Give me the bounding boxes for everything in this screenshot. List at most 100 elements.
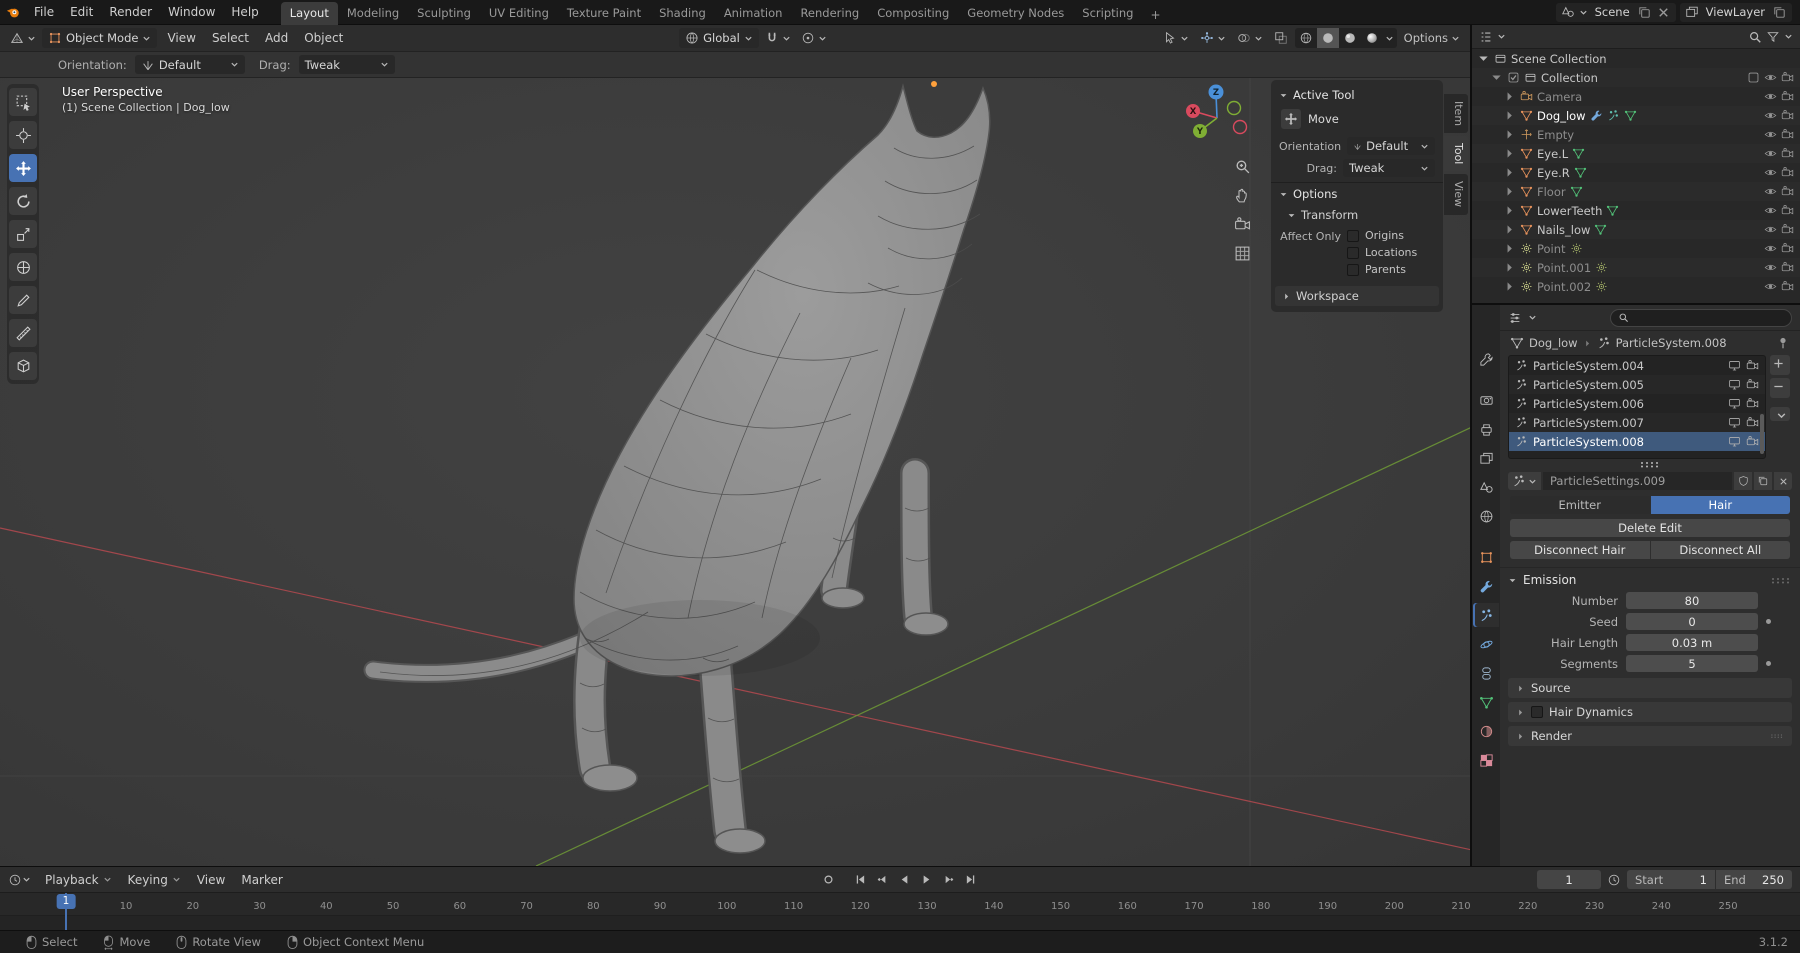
display-viewport-toggle-icon[interactable] xyxy=(1728,435,1741,448)
shading-dropdown-button[interactable] xyxy=(1383,28,1397,48)
outliner-row-point[interactable]: Point xyxy=(1472,239,1800,258)
sidebar-tab-tool[interactable]: Tool xyxy=(1444,136,1468,172)
animate-property-dot[interactable] xyxy=(1766,661,1771,666)
scale-tool-button[interactable] xyxy=(9,220,37,248)
options-dropdown[interactable]: Options xyxy=(1400,28,1464,48)
hide-viewport-eye-icon[interactable] xyxy=(1764,280,1777,293)
hide-viewport-eye-icon[interactable] xyxy=(1764,90,1777,103)
xray-toggle-button[interactable] xyxy=(1270,28,1292,48)
hide-viewport-eye-icon[interactable] xyxy=(1764,166,1777,179)
frame-end-field[interactable]: End 250 xyxy=(1716,870,1792,889)
outliner-row-point-001[interactable]: Point.001 xyxy=(1472,258,1800,277)
play-button[interactable] xyxy=(917,870,937,889)
properties-tab-object[interactable] xyxy=(1473,545,1499,569)
outliner-row-collection[interactable]: Collection xyxy=(1472,68,1800,87)
workspace-tab-geometry-nodes[interactable]: Geometry Nodes xyxy=(958,2,1073,25)
disclosure-arrow-icon[interactable] xyxy=(1503,261,1516,274)
outliner-row-point-002[interactable]: Point.002 xyxy=(1472,277,1800,296)
current-frame-field[interactable]: 1 xyxy=(1537,870,1601,889)
active-tool-panel-header[interactable]: Active Tool xyxy=(1271,84,1443,106)
properties-tab-texture[interactable] xyxy=(1473,748,1499,772)
navigation-gizmo[interactable]: Z X Y xyxy=(1180,80,1254,154)
disclosure-arrow-icon[interactable] xyxy=(1503,109,1516,122)
gizmo-minus-x[interactable] xyxy=(1232,119,1248,135)
hide-viewport-eye-icon[interactable] xyxy=(1764,261,1777,274)
hide-viewport-eye-icon[interactable] xyxy=(1764,242,1777,255)
delete-edit-button[interactable]: Delete Edit xyxy=(1510,519,1790,537)
editor-type-button[interactable] xyxy=(6,28,40,48)
timeline-menu-keying[interactable]: Keying xyxy=(120,868,189,892)
properties-tab-object-data[interactable] xyxy=(1473,690,1499,714)
auto-keying-button[interactable] xyxy=(819,870,839,889)
new-scene-icon[interactable] xyxy=(1637,5,1652,20)
disable-render-camera-icon[interactable] xyxy=(1781,109,1794,122)
jump-to-end-button[interactable] xyxy=(961,870,981,889)
disclosure-arrow-icon[interactable] xyxy=(1503,128,1516,141)
transform-panel-header[interactable]: Transform xyxy=(1271,205,1443,225)
collection-checkbox-icon[interactable] xyxy=(1507,71,1520,84)
list-scrollbar[interactable] xyxy=(1760,414,1764,454)
section-hair-dynamics[interactable]: Hair Dynamics xyxy=(1508,702,1792,722)
disable-render-camera-icon[interactable] xyxy=(1781,128,1794,141)
proportional-edit-button[interactable] xyxy=(797,28,831,48)
fake-user-shield-button[interactable] xyxy=(1734,472,1752,490)
disable-render-camera-icon[interactable] xyxy=(1781,147,1794,160)
transform-tool-button[interactable] xyxy=(9,253,37,281)
hide-viewport-eye-icon[interactable] xyxy=(1764,185,1777,198)
scene-selector[interactable]: Scene xyxy=(1555,2,1676,22)
display-render-toggle-icon[interactable] xyxy=(1746,397,1759,410)
hair-type-button[interactable]: Hair xyxy=(1650,496,1790,514)
hide-viewport-eye-icon[interactable] xyxy=(1764,71,1777,84)
properties-search-input[interactable] xyxy=(1610,308,1792,327)
timeline-menu-view[interactable]: View xyxy=(189,868,233,892)
blender-logo-button[interactable] xyxy=(0,0,26,25)
disclosure-arrow-icon[interactable] xyxy=(1490,71,1503,84)
outliner-row-floor[interactable]: Floor xyxy=(1472,182,1800,201)
measure-tool-button[interactable] xyxy=(9,319,37,347)
workspace-tab-sculpting[interactable]: Sculpting xyxy=(408,2,480,25)
next-keyframe-button[interactable] xyxy=(939,870,959,889)
workspace-tab-compositing[interactable]: Compositing xyxy=(868,2,958,25)
properties-editor-icon[interactable] xyxy=(1508,311,1522,325)
outliner-row-scene-collection[interactable]: Scene Collection xyxy=(1472,49,1800,68)
locations-checkbox[interactable] xyxy=(1347,246,1359,259)
display-render-toggle-icon[interactable] xyxy=(1746,435,1759,448)
property-field-seed[interactable]: 0 xyxy=(1626,613,1758,630)
property-field-number[interactable]: 80 xyxy=(1626,592,1758,609)
unlink-settings-button[interactable] xyxy=(1774,472,1792,490)
properties-tab-physics[interactable] xyxy=(1473,632,1499,656)
jump-to-start-button[interactable] xyxy=(851,870,871,889)
menu-edit[interactable]: Edit xyxy=(62,0,101,24)
disable-render-camera-icon[interactable] xyxy=(1781,204,1794,217)
shading-solid-button[interactable] xyxy=(1316,28,1339,48)
hide-viewport-eye-icon[interactable] xyxy=(1764,147,1777,160)
hide-viewport-eye-icon[interactable] xyxy=(1764,109,1777,122)
unlink-scene-icon[interactable] xyxy=(1656,5,1671,20)
disclosure-arrow-icon[interactable] xyxy=(1503,204,1516,217)
animate-property-dot[interactable] xyxy=(1766,619,1771,624)
hide-viewport-eye-icon[interactable] xyxy=(1764,223,1777,236)
display-render-toggle-icon[interactable] xyxy=(1746,378,1759,391)
outliner-row-lowerteeth[interactable]: LowerTeeth xyxy=(1472,201,1800,220)
display-viewport-toggle-icon[interactable] xyxy=(1728,359,1741,372)
properties-tab-constraints[interactable] xyxy=(1473,661,1499,685)
clock-icon[interactable] xyxy=(1607,873,1621,887)
filter-icon[interactable] xyxy=(1766,30,1780,44)
remove-particle-system-button[interactable] xyxy=(1770,378,1790,398)
properties-tab-render[interactable] xyxy=(1473,388,1499,412)
workspace-tab-texture-paint[interactable]: Texture Paint xyxy=(558,2,650,25)
dog-model[interactable] xyxy=(363,81,991,854)
properties-tab-output[interactable] xyxy=(1473,417,1499,441)
new-settings-button[interactable] xyxy=(1754,472,1772,490)
workspace-tab-modeling[interactable]: Modeling xyxy=(338,2,408,25)
outliner-row-eye-l[interactable]: Eye.L xyxy=(1472,144,1800,163)
cursor-tool-button[interactable] xyxy=(9,121,37,149)
sidebar-tab-item[interactable]: Item xyxy=(1444,94,1468,134)
disconnect-hair-button[interactable]: Disconnect Hair xyxy=(1510,541,1650,559)
properties-tab-tool[interactable] xyxy=(1473,347,1499,371)
menu-file[interactable]: File xyxy=(26,0,62,24)
disclosure-arrow-icon[interactable] xyxy=(1503,147,1516,160)
outliner-row-eye-r[interactable]: Eye.R xyxy=(1472,163,1800,182)
breadcrumb-item[interactable]: ParticleSystem.008 xyxy=(1616,336,1727,350)
parents-checkbox[interactable] xyxy=(1347,263,1359,276)
